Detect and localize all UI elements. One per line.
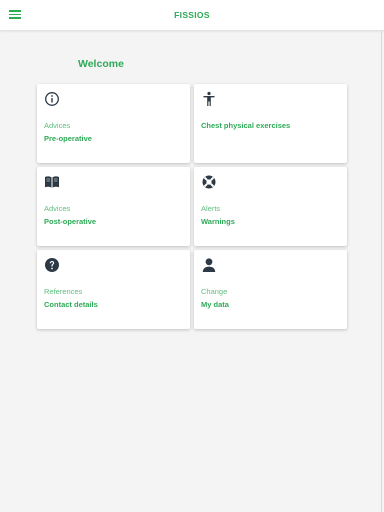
person-standing-icon — [201, 91, 217, 107]
card-label: Pre-operative — [44, 134, 92, 143]
question-circle-icon — [44, 257, 60, 273]
app-header: FISSIOS — [0, 0, 384, 31]
card-caption: Change — [201, 287, 228, 296]
info-circle-icon — [44, 91, 60, 107]
card-label: Warnings — [201, 217, 235, 226]
card-caption: References — [44, 287, 83, 296]
card-label: Contact details — [44, 300, 98, 309]
card-warnings[interactable]: Alerts Warnings — [194, 167, 347, 246]
card-contact-details[interactable]: References Contact details — [37, 250, 190, 329]
card-label: My data — [201, 300, 229, 309]
card-label: Chest physical exercises — [201, 121, 291, 130]
card-chest-exercises[interactable]: Chest physical exercises — [194, 84, 347, 163]
card-caption: Advices — [44, 204, 71, 213]
card-caption: Advices — [44, 121, 71, 130]
open-book-icon — [44, 174, 60, 190]
welcome-heading: Welcome — [78, 58, 124, 70]
card-caption: Alerts — [201, 204, 221, 213]
card-pre-operative[interactable]: Advices Pre-operative — [37, 84, 190, 163]
scroll-edge — [381, 31, 382, 512]
user-icon — [201, 257, 217, 273]
card-label: Post-operative — [44, 217, 97, 226]
card-my-data[interactable]: Change My data — [194, 250, 347, 329]
card-post-operative[interactable]: Advices Post-operative — [37, 167, 190, 246]
life-ring-icon — [201, 174, 217, 190]
app-title: FISSIOS — [174, 10, 210, 20]
